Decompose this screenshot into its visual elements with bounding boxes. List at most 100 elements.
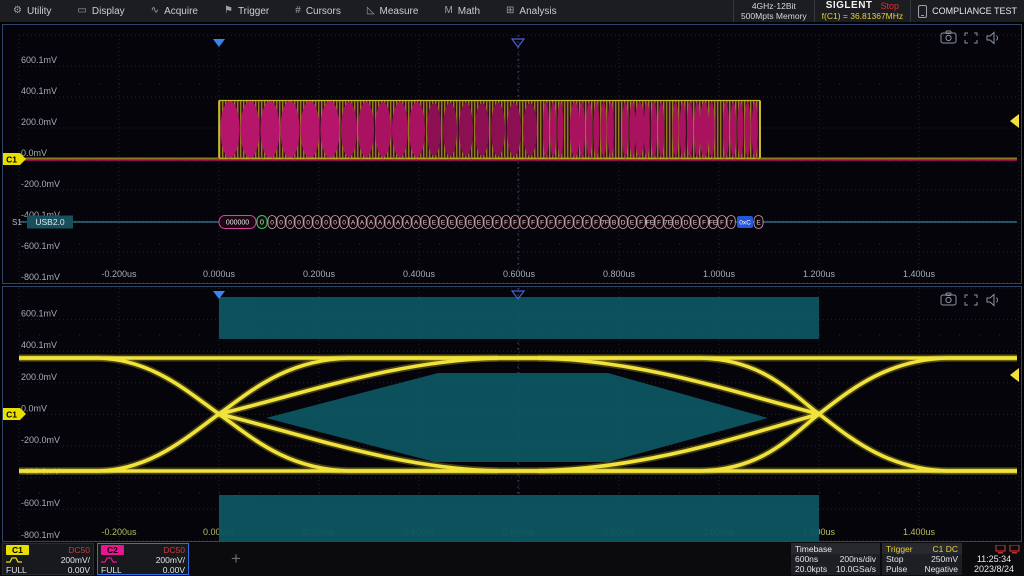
y-axis-labels: 600.1mV400.1mV200.0mV0.0mV-200.0mV-400.1… [21,55,60,282]
svg-text:E: E [459,220,464,227]
add-channel-button[interactable]: + [225,548,247,570]
usb-decode-bus: S1USB2.00000000000000000AAAAAAAAEEEEEEEE… [12,216,1017,229]
lan-status-icons[interactable] [995,545,1024,554]
channel-offset: 0.00V [68,565,90,575]
timebase-scale: 200ns/div [840,554,876,564]
gear-icon: ⚙ [13,6,22,16]
svg-text:-200.0mV: -200.0mV [21,179,60,189]
channel-offset: 0.00V [163,565,185,575]
svg-text:F: F [504,220,508,227]
expand-icon[interactable] [965,295,977,305]
menu-item-acquire[interactable]: ∿Acquire [138,0,211,22]
svg-text:0.000us: 0.000us [203,269,236,279]
trigger-position-marker[interactable] [213,39,225,47]
baseline-traces [19,158,1017,160]
svg-text:F: F [585,220,589,227]
svg-text:0.600us: 0.600us [503,269,536,279]
svg-text:1.400us: 1.400us [903,269,936,279]
svg-text:A: A [378,220,383,227]
sound-icon[interactable] [987,33,998,44]
acquisition-status: Stop [881,1,900,11]
svg-text:B: B [612,220,616,227]
svg-text:D: D [621,220,626,227]
compliance-mask [219,297,819,541]
svg-text:7: 7 [729,220,733,227]
svg-text:0: 0 [306,220,310,227]
svg-text:0: 0 [279,220,283,227]
y-axis-labels: 600.1mV400.1mV200.0mV0.0mV-200.0mV-400.1… [21,309,60,540]
trigger-level-marker[interactable] [1010,114,1019,128]
svg-text:F: F [531,220,535,227]
svg-text:E: E [450,220,455,227]
compliance-test-button[interactable]: COMPLIANCE TEST [910,0,1024,22]
svg-text:-200.0mV: -200.0mV [21,435,60,445]
channel-descriptor-c1[interactable]: C1DC50200mV/FULL0.00V [2,543,94,575]
svg-text:C1: C1 [6,410,17,420]
svg-text:USB2.0: USB2.0 [35,217,65,227]
menu-item-measure[interactable]: ◺Measure [354,0,432,22]
svg-text:200.0mV: 200.0mV [21,117,57,127]
svg-text:1.000us: 1.000us [703,269,736,279]
menu-item-math[interactable]: MMath [431,0,493,22]
svg-text:F: F [495,220,499,227]
menu-item-cursors[interactable]: #Cursors [282,0,354,22]
svg-text:-0.200us: -0.200us [101,527,137,537]
svg-text:F: F [549,220,553,227]
svg-text:A: A [387,220,392,227]
brand-logo: SIGLENT [826,1,873,11]
channel-scale: 200mV/ [156,555,185,565]
memory-label: 500Mpts Memory [741,11,807,21]
svg-text:0: 0 [342,220,346,227]
svg-text:1.400us: 1.400us [903,527,936,537]
svg-text:-800.1mV: -800.1mV [21,272,60,282]
plot-corner-tools[interactable] [941,293,998,306]
svg-text:F: F [513,220,517,227]
menu-item-label: Display [92,6,125,17]
trigger-type: Pulse [886,564,907,574]
menu-item-analysis[interactable]: ⊞ Analysis [493,0,570,22]
trigger-source: C1 DC [932,544,958,554]
clock-panel: 11:25:34 2023/8/24 [964,543,1024,575]
trigger-panel[interactable]: Trigger C1 DC Stop 250mV Pulse Negative [882,543,962,575]
svg-text:A: A [360,220,365,227]
svg-text:0: 0 [260,220,264,227]
svg-text:E: E [693,220,698,227]
top-waveform-plot[interactable]: 600.1mV400.1mV200.0mV0.0mV-200.0mV-400.1… [2,24,1022,284]
svg-text:S1: S1 [12,218,22,227]
menu-item-label: Analysis [519,6,556,17]
svg-text:F: F [657,220,661,227]
brand-status-cell: SIGLENT Stop f(C1) = 36.81367MHz [814,0,911,22]
svg-text:C1: C1 [6,155,17,165]
sound-icon[interactable] [987,295,998,306]
timebase-panel[interactable]: Timebase 600ns 200ns/div 20.0kpts 10.0GS… [791,543,880,575]
camera-icon[interactable] [941,293,956,305]
svg-text:E: E [432,220,437,227]
trigger-slope: Negative [924,564,958,574]
svg-text:E: E [630,220,635,227]
menu-item-label: Measure [380,6,419,17]
channel-descriptor-c2[interactable]: C2DC50200mV/FULL0.00V [97,543,189,575]
trigger-position-markers[interactable] [213,39,524,47]
menu-item-trigger[interactable]: ⚑Trigger [211,0,282,22]
svg-text:0xC: 0xC [739,220,751,227]
menu-item-display[interactable]: ▭Display [64,0,137,22]
svg-text:0.0mV: 0.0mV [21,148,47,158]
svg-text:0: 0 [324,220,328,227]
menu-bar: ⚙Utility▭Display∿Acquire⚑Trigger#Cursors… [0,0,1024,23]
plot-corner-tools[interactable] [941,31,998,44]
trigger-level-marker[interactable] [1010,368,1019,382]
channel-bandwidth: FULL [101,565,122,575]
svg-text:7F: 7F [601,220,609,227]
analysis-icon: ⊞ [506,6,514,16]
menu-item-label: Acquire [164,6,198,17]
svg-text:0: 0 [288,220,292,227]
svg-text:0: 0 [297,220,301,227]
usb-packet-burst-waveform [219,101,760,159]
eye-diagram-plot[interactable]: 600.1mV400.1mV200.0mV0.0mV-200.0mV-400.1… [2,286,1022,542]
channel-chip: C2 [101,545,124,555]
camera-icon[interactable] [941,31,956,43]
menu-item-utility[interactable]: ⚙Utility [0,0,64,22]
svg-text:400.1mV: 400.1mV [21,340,57,350]
timebase-samplerate: 10.0GSa/s [836,564,876,574]
channel-chip: C1 [6,545,29,555]
